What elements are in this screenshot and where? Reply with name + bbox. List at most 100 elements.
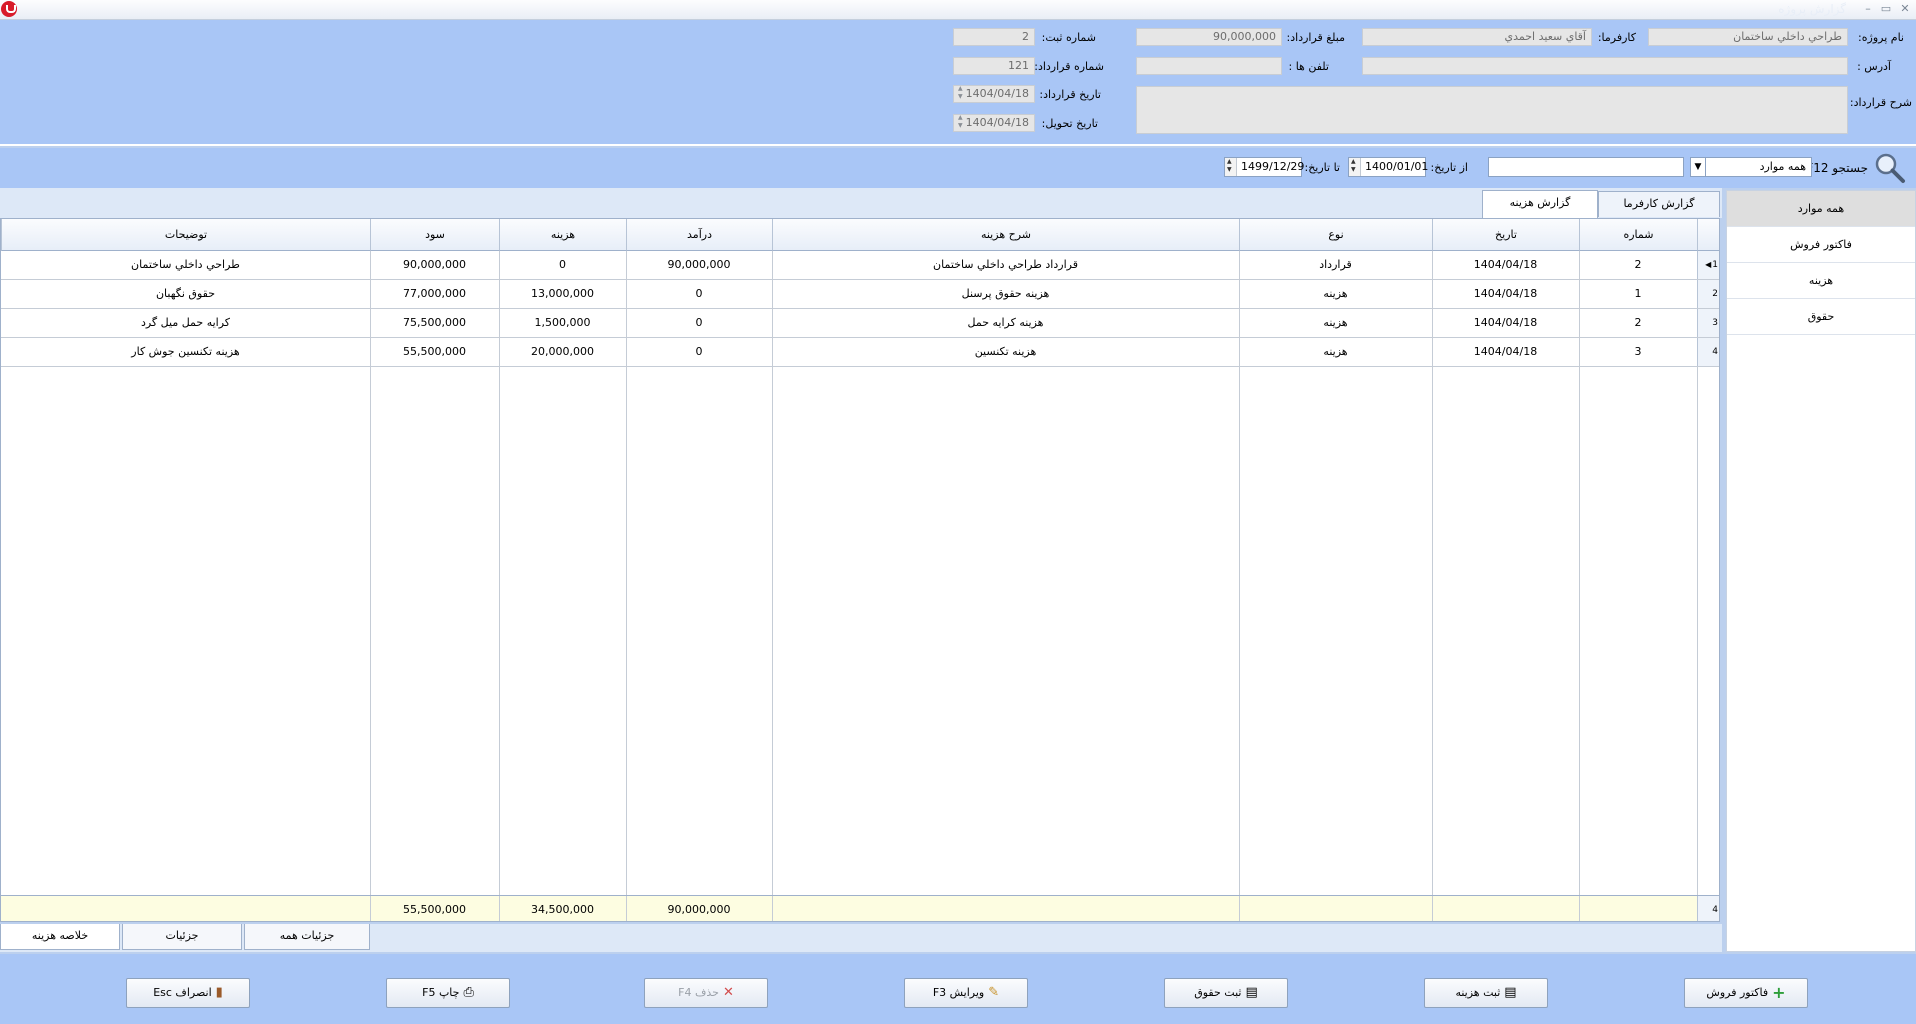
pencil-icon: ✎	[988, 985, 1000, 1000]
contract-description-field[interactable]	[1136, 86, 1848, 134]
filter-select[interactable]: همه موارد	[1690, 157, 1812, 177]
expense-icon: ▤	[1504, 985, 1517, 1000]
phones-field[interactable]	[1136, 57, 1282, 75]
registration-number-field[interactable]: 2	[953, 28, 1035, 46]
to-date-label: تا تاريخ:	[1304, 161, 1340, 174]
contract-amount-field[interactable]: 90,000,000	[1136, 28, 1282, 46]
search-bar: جستجو F12 همه موارد ▼ از تاريخ: 1400/01/…	[0, 148, 1916, 188]
print-button[interactable]: ⎙چاپ F5	[386, 978, 510, 1008]
cell-description: هزينه حقوق پرسنل	[961, 287, 1050, 300]
delete-x-icon: ✕	[722, 985, 734, 1000]
delivery-date-spinner[interactable]	[957, 114, 969, 131]
sidebar-item-salary[interactable]: حقوق	[1727, 299, 1915, 335]
tab-expense-report[interactable]: گزارش هزينه	[1482, 190, 1598, 218]
column-header-description[interactable]: شرح هزينه	[772, 219, 1239, 251]
column-header-income[interactable]: درآمد	[626, 219, 772, 251]
client-label: كارفرما:	[1597, 31, 1636, 44]
income-total: 90,000,000	[667, 903, 731, 916]
column-header-date[interactable]: تاريخ	[1432, 219, 1579, 251]
cell-notes: كرايه حمل ميل گرد	[140, 316, 231, 329]
summary-tabs: خلاصه هزينه جزئيات جزئيات همه	[0, 924, 1722, 952]
row-count: 4	[1697, 896, 1719, 921]
minimize-button[interactable]: –	[1860, 1, 1876, 17]
search-input[interactable]	[1488, 157, 1684, 177]
chevron-down-icon[interactable]: ▼	[1690, 157, 1706, 177]
tab-client-report[interactable]: گزارش كارفرما	[1598, 191, 1720, 217]
project-info-panel: نام پروژه: طراحي داخلي ساختمان كارفرما: …	[0, 20, 1916, 146]
client-field[interactable]: آقاي سعيد احمدي	[1362, 28, 1592, 46]
cell-income: 90,000,000	[667, 258, 731, 271]
project-name-label: نام پروژه:	[1858, 31, 1904, 44]
column-header-type[interactable]: نوع	[1239, 219, 1432, 251]
registration-number-label: شماره ثبت:	[1041, 31, 1096, 44]
cell-description: هزينه كرايه حمل	[967, 316, 1044, 329]
title-bar: گزارش پروژه – ▭ ✕	[0, 0, 1916, 20]
sidebar-item-expense[interactable]: هزينه	[1727, 263, 1915, 299]
address-label: آدرس :	[1857, 60, 1891, 73]
printer-icon: ⎙	[463, 985, 474, 1000]
cell-date: 1404/04/18	[1473, 316, 1538, 329]
app-logo-icon	[1, 1, 17, 17]
project-name-field[interactable]: طراحي داخلي ساختمان	[1648, 28, 1848, 46]
sidebar-item-sales-invoice[interactable]: فاكتور فروش	[1727, 227, 1915, 263]
report-tabs: گزارش كارفرما گزارش هزينه	[0, 188, 1722, 218]
expense-total: 34,500,000	[531, 903, 594, 916]
cancel-button[interactable]: ▮انصراف Esc	[126, 978, 250, 1008]
table-row[interactable]: ◀1 2 1404/04/18 قرارداد قرارداد طراحي دا…	[1, 251, 1719, 280]
cell-profit: 90,000,000	[403, 258, 466, 271]
row-indicator: 3	[1697, 309, 1719, 337]
cell-type: هزينه	[1323, 287, 1348, 300]
contract-number-label: شماره قرارداد:	[1034, 60, 1104, 73]
register-salary-button[interactable]: ▤ثبت حقوق	[1164, 978, 1288, 1008]
sidebar-item-all[interactable]: همه موارد	[1727, 191, 1915, 227]
column-header-profit[interactable]: سود	[370, 219, 499, 251]
cell-number: 2	[1634, 258, 1642, 271]
tab-details[interactable]: جزئيات	[122, 924, 242, 950]
table-row[interactable]: 4 3 1404/04/18 هزينه هزينه تكنسين 0 20,0…	[1, 338, 1719, 367]
totals-row: 4 90,000,000 34,500,000 55,500,000	[1, 895, 1719, 921]
column-header-number[interactable]: شماره	[1579, 219, 1697, 251]
cell-date: 1404/04/18	[1473, 345, 1538, 358]
column-divider	[1239, 896, 1240, 921]
from-date-label: از تاريخ:	[1430, 161, 1468, 174]
profit-total: 55,500,000	[403, 903, 466, 916]
contract-date-spinner[interactable]	[957, 85, 969, 102]
cell-profit: 77,000,000	[403, 287, 466, 300]
tab-all-details[interactable]: جزئيات همه	[244, 924, 370, 950]
cell-expense: 20,000,000	[531, 345, 594, 358]
delivery-date-label: تاريخ تحويل:	[1041, 117, 1098, 130]
register-expense-button[interactable]: ▤ثبت هزينه	[1424, 978, 1548, 1008]
cell-income: 0	[695, 287, 703, 300]
edit-button[interactable]: ✎ويرايش F3	[904, 978, 1028, 1008]
column-divider	[772, 896, 773, 921]
table-row[interactable]: 3 2 1404/04/18 هزينه هزينه كرايه حمل 0 1…	[1, 309, 1719, 338]
plus-icon: +	[1772, 983, 1786, 1002]
sales-invoice-button[interactable]: +فاكتور فروش	[1684, 978, 1808, 1008]
column-header-expense[interactable]: هزينه	[499, 219, 626, 251]
row-indicator: 2	[1697, 280, 1719, 308]
salary-icon: ▤	[1245, 985, 1258, 1000]
cell-expense: 0	[559, 258, 566, 271]
column-divider	[1579, 896, 1580, 921]
column-divider	[1432, 896, 1433, 921]
row-indicator: 4	[1697, 338, 1719, 366]
tab-expense-summary[interactable]: خلاصه هزينه	[0, 924, 120, 950]
exit-door-icon: ▮	[215, 985, 223, 1000]
to-date-spinner[interactable]	[1225, 158, 1237, 176]
cell-profit: 75,500,000	[403, 316, 466, 329]
cell-type: هزينه	[1323, 316, 1348, 329]
cell-number: 1	[1634, 287, 1642, 300]
column-header-notes[interactable]: توضيحات	[1, 219, 370, 251]
delete-button[interactable]: ✕حذف F4	[644, 978, 768, 1008]
cell-type: هزينه	[1323, 345, 1348, 358]
address-field[interactable]	[1362, 57, 1848, 75]
filter-select-value: همه موارد	[1759, 160, 1806, 173]
cell-profit: 55,500,000	[403, 345, 466, 358]
contract-number-field[interactable]: 121	[953, 57, 1035, 75]
row-indicator-header	[1697, 219, 1719, 251]
table-row[interactable]: 2 1 1404/04/18 هزينه هزينه حقوق پرسنل 0 …	[1, 280, 1719, 309]
maximize-button[interactable]: ▭	[1878, 1, 1894, 17]
search-icon[interactable]	[1874, 152, 1906, 184]
from-date-spinner[interactable]	[1349, 158, 1361, 176]
close-button[interactable]: ✕	[1897, 1, 1913, 17]
